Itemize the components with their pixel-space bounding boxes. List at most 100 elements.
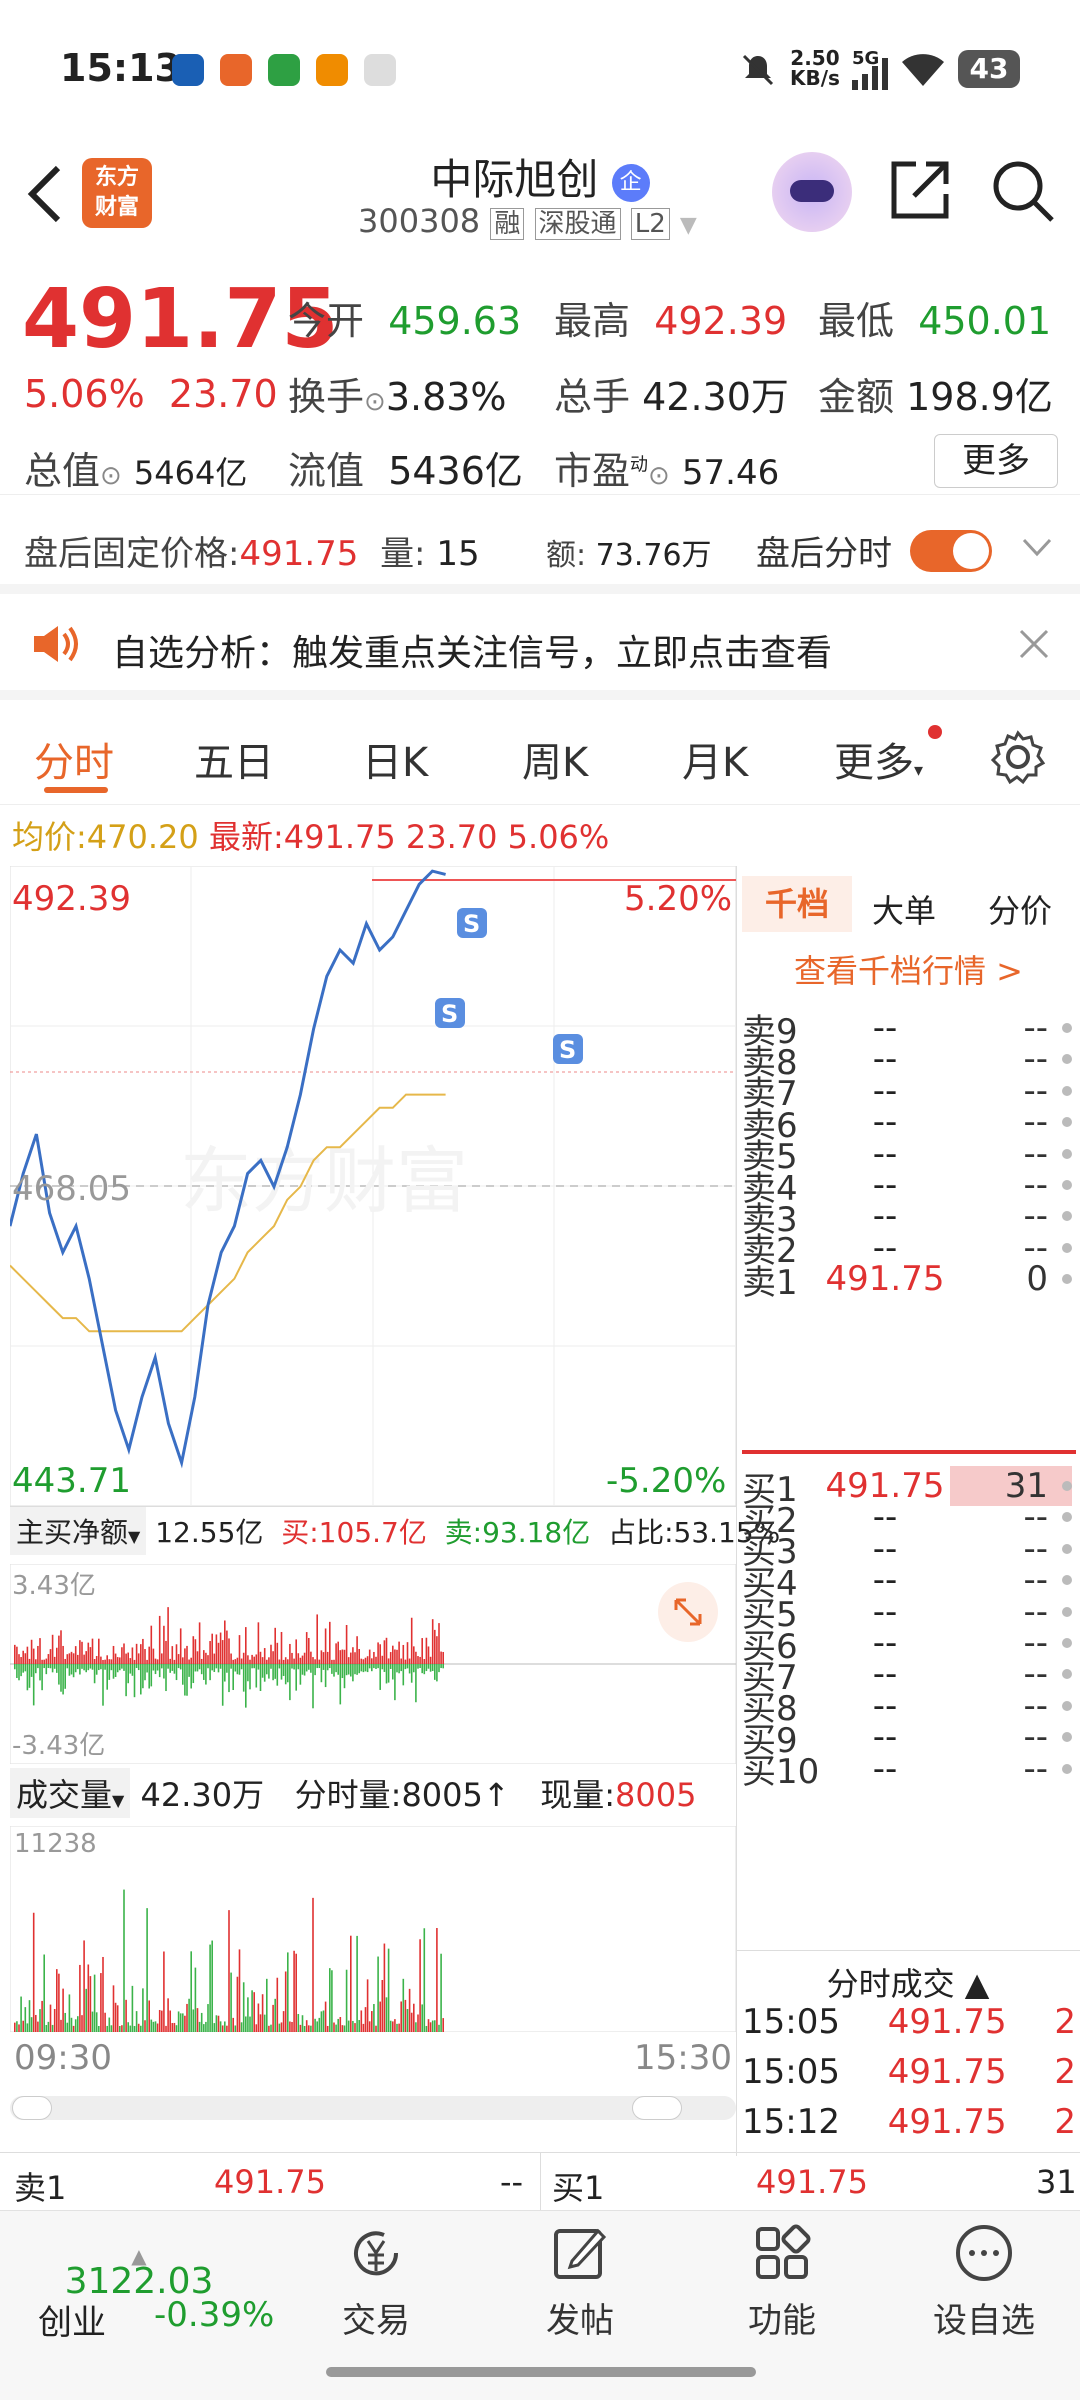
bids-row[interactable]: 买10 -- --	[742, 1745, 1072, 1793]
trade-vol: 2	[1054, 2002, 1076, 2042]
flow-sell-bar	[423, 1664, 426, 1675]
after-hours-toggle[interactable]	[910, 530, 992, 572]
qiandang-link[interactable]: 查看千档行情 >	[794, 946, 1023, 992]
tab-big-order[interactable]: 大单	[872, 886, 936, 932]
flow-sell-bar	[22, 1664, 24, 1673]
low-cell: 最低 450.01	[818, 299, 1052, 343]
volume-bar	[255, 2024, 258, 2032]
volume-bar	[39, 2009, 41, 2032]
volume-bar	[179, 2013, 182, 2032]
flow-buy-bar	[324, 1628, 327, 1664]
volume-bar	[200, 2012, 203, 2032]
chevron-down-icon[interactable]: ▼	[680, 213, 697, 238]
flow-buy-bar	[104, 1659, 106, 1664]
flow-buy-bar	[434, 1629, 436, 1664]
flow-buy-bar	[81, 1641, 83, 1664]
flow-buy-bar	[259, 1651, 262, 1664]
search-icon[interactable]	[990, 158, 1056, 224]
flow-chart[interactable]: 3.43亿 -3.43亿	[10, 1564, 736, 1764]
tab-more[interactable]: 更多▾	[834, 730, 923, 788]
flow-sell-bar	[104, 1664, 106, 1670]
flow-sell-bar	[392, 1664, 394, 1680]
tab-price-distribution[interactable]: 分价	[988, 886, 1052, 932]
volume-chart[interactable]: 11238	[10, 1826, 736, 2032]
tab-intraday[interactable]: 分时	[34, 730, 114, 788]
flow-buy-bar	[350, 1652, 352, 1664]
volume-bar	[150, 2019, 153, 2032]
app-notification-icon	[172, 54, 204, 86]
flow-buy-bar	[400, 1658, 402, 1664]
volume-bar	[156, 2023, 159, 2032]
volume-bar	[121, 2025, 123, 2032]
tab-monthly-k[interactable]: 月K	[682, 730, 748, 788]
more-quote-button[interactable]: 更多	[934, 434, 1058, 488]
share-icon[interactable]	[888, 158, 952, 222]
flow-buy-bar	[186, 1645, 188, 1664]
flow-buy-bar	[215, 1634, 218, 1664]
trade-vol: 2	[1054, 2102, 1076, 2142]
float-cell: 流值 5436亿	[288, 449, 523, 493]
flow-buy-bar	[131, 1647, 134, 1664]
volume-bar	[207, 2004, 209, 2032]
flow-buy-bar	[364, 1657, 367, 1664]
flow-sell-bar	[259, 1664, 262, 1691]
intraday-chart[interactable]: 东方财富 S S S 492.39 468.05 443.71 5.20% -5…	[10, 866, 736, 1506]
trade-price: 491.75	[887, 2102, 1007, 2142]
flow-sell-bar	[236, 1664, 239, 1675]
flow-buy-bar	[169, 1658, 171, 1664]
flow-sell-bar	[190, 1664, 192, 1689]
close-icon[interactable]	[1018, 628, 1050, 660]
chevron-down-icon[interactable]	[1022, 538, 1052, 558]
home-indicator[interactable]	[326, 2367, 756, 2377]
volume-bar	[289, 2021, 291, 2032]
flow-sell-bar	[289, 1664, 291, 1701]
asks-row[interactable]: 卖1 491.75 0	[742, 1255, 1072, 1303]
settings-gear-icon[interactable]	[990, 729, 1046, 785]
flow-sell-bar	[121, 1664, 123, 1669]
volume-bar	[37, 2021, 39, 2032]
volume-bar	[261, 1994, 264, 2032]
nav-trade[interactable]: 交易	[316, 2221, 436, 2342]
flow-sell-bar	[179, 1664, 182, 1670]
tab-daily-k[interactable]: 日K	[362, 730, 428, 788]
flow-buy-bar	[37, 1645, 39, 1664]
volume-bar	[131, 1985, 134, 2032]
tag-l2: L2	[630, 208, 670, 240]
flow-selector[interactable]: 主买净额▼	[10, 1507, 147, 1555]
flow-sell-bar	[184, 1664, 186, 1696]
flow-buy-bar	[247, 1655, 249, 1664]
volume-bar	[196, 2008, 199, 2032]
flow-sell-bar	[85, 1664, 87, 1673]
volume-bar	[24, 2007, 27, 2032]
volume-bar	[436, 1928, 438, 2032]
volume-bar	[125, 1999, 127, 2032]
volume-selector[interactable]: 成交量▼	[10, 1768, 131, 1818]
volume-bar	[303, 2025, 306, 2032]
time-range-slider[interactable]	[10, 2096, 736, 2120]
flow-buy-bar	[100, 1656, 102, 1664]
flow-sell-bar	[194, 1664, 197, 1672]
flow-buy-bar	[133, 1659, 136, 1664]
flow-buy-bar	[253, 1656, 255, 1664]
flow-sell-bar	[278, 1664, 281, 1669]
assistant-avatar[interactable]	[772, 152, 852, 232]
tab-five-day[interactable]: 五日	[194, 730, 274, 788]
volume-bar	[280, 2022, 283, 2032]
volume-bar	[106, 2025, 108, 2032]
pct-high-label: 5.20%	[624, 879, 732, 919]
notice-bar[interactable]: 自选分析：触发重点关注信号，立即点击查看	[0, 594, 1080, 700]
nav-add-watchlist[interactable]: 设自选	[924, 2221, 1044, 2342]
nav-functions[interactable]: 功能	[722, 2221, 842, 2342]
volume-bar	[30, 2017, 33, 2032]
volume-bar	[234, 2025, 237, 2032]
flow-buy-bar	[110, 1659, 113, 1664]
volume-bar	[175, 2025, 178, 2032]
flow-buy-bar	[129, 1658, 132, 1664]
nav-post[interactable]: 发帖	[520, 2221, 640, 2342]
tab-weekly-k[interactable]: 周K	[522, 730, 588, 788]
tab-qiandang[interactable]: 千档	[742, 876, 852, 932]
flow-buy-bar	[377, 1642, 379, 1664]
volume-bar	[53, 2008, 56, 2032]
flow-buy-bar	[28, 1658, 31, 1664]
volume-bar	[213, 2023, 216, 2032]
